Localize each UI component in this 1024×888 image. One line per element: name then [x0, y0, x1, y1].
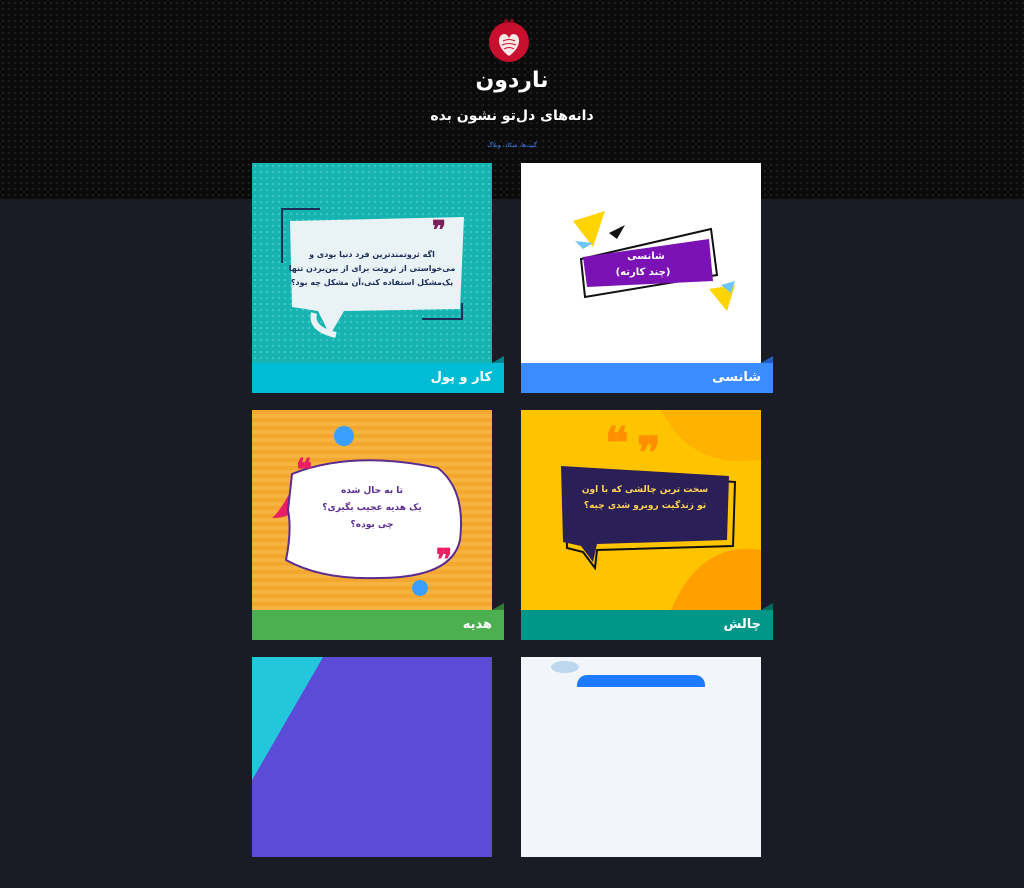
card-thumbnail — [252, 657, 492, 857]
quote-bubble-illustration: ❞ — [281, 208, 464, 338]
svg-text:❞: ❞ — [432, 216, 446, 246]
card-thumb-subtitle: (چند کارته) — [615, 267, 671, 278]
pomegranate-heart-icon[interactable] — [486, 16, 532, 64]
card-label[interactable]: هدیه — [252, 603, 504, 640]
card-thumb-line: اگه ثروتمندترین فرد دنیا بودی و — [309, 250, 435, 259]
card-thumb-line: می‌خواستی از ثروتت برای از بین‌بردن تنها — [288, 264, 456, 273]
card-thumb-line: یک‌مشکل استفاده کنی،آن مشکل چه بود؟ — [290, 278, 454, 287]
card-work-money[interactable]: ❞ اگه ثروتمندترین فرد دنیا بودی و می‌خوا… — [252, 163, 504, 394]
brand-title[interactable]: ناردون — [0, 68, 1024, 93]
hero-header: ناردون دانه‌های دل‌تو نشون بده گیت‌ها، ش… — [0, 0, 1024, 199]
card-thumb-line: یک هدیه عجیب بگیری؟ — [322, 503, 422, 513]
card-thumb-line: تا به حال شده — [340, 486, 404, 496]
svg-text:❞: ❞ — [436, 543, 452, 578]
card-thumb-line: تو زندگیت روبرو شدی چیه؟ — [583, 501, 707, 511]
card-thumbnail — [521, 657, 761, 857]
card-thumb-line: سخت ترین چالشی که با اون — [581, 485, 709, 495]
card-thumbnail: ❞ اگه ثروتمندترین فرد دنیا بودی و می‌خوا… — [252, 163, 492, 363]
card-thumbnail: ❝ ❞ سخت ترین چالشی که با اون تو زندگیت ر… — [521, 410, 761, 610]
chance-illustration — [573, 211, 735, 311]
card-thumbnail: شانسی (چند کارته) — [521, 163, 761, 363]
card-thumbnail: ❝ ❞ تا به حال شده یک هدیه عجیب بگیری؟ چی… — [252, 410, 492, 610]
card-label[interactable]: شانسی — [521, 356, 773, 393]
card-partial-right[interactable] — [521, 657, 773, 888]
svg-text:❝: ❝ — [605, 418, 629, 469]
card-label[interactable]: چالش — [521, 603, 773, 640]
tagline: دانه‌های دل‌تو نشون بده — [430, 108, 594, 124]
card-thumb-line: چی بوده؟ — [350, 520, 394, 530]
card-chance[interactable]: شانسی (چند کارته) شانسی — [521, 163, 773, 394]
card-label[interactable]: کار و پول — [252, 356, 504, 393]
card-thumb-title: شانسی — [627, 251, 665, 262]
nav-links[interactable]: گیت‌ها، شکاد، وبلاگ — [0, 142, 1024, 149]
card-gift[interactable]: ❝ ❞ تا به حال شده یک هدیه عجیب بگیری؟ چی… — [252, 410, 504, 641]
svg-text:❝: ❝ — [296, 453, 312, 488]
card-partial-left[interactable] — [252, 657, 504, 888]
card-challenge[interactable]: ❝ ❞ سخت ترین چالشی که با اون تو زندگیت ر… — [521, 410, 773, 641]
